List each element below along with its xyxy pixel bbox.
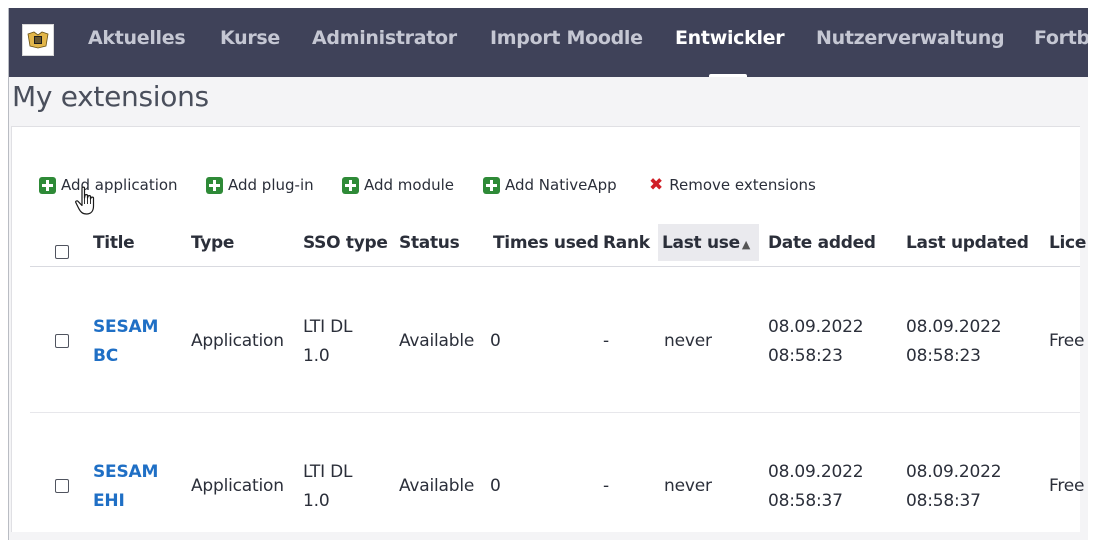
- hand-pointer-icon: [75, 186, 95, 215]
- column-header-title[interactable]: Title: [93, 233, 135, 253]
- column-header-license[interactable]: Lice: [1049, 233, 1086, 253]
- nav-item-nutzerverwaltung[interactable]: Nutzerverwaltung: [816, 27, 1005, 49]
- cell-last-updated: 08.09.2022: [906, 317, 1002, 337]
- nav-item-import-moodle[interactable]: Import Moodle: [490, 27, 643, 49]
- plus-square-icon: [483, 176, 500, 194]
- select-all-checkbox[interactable]: [55, 245, 69, 259]
- add-plugin-label: Add plug-in: [228, 176, 314, 194]
- cell-sso-type: LTI DL: [303, 462, 353, 482]
- cell-last-used: never: [664, 331, 712, 351]
- sort-ascending-icon: ▲: [741, 238, 750, 251]
- nav-item-entwickler[interactable]: Entwickler: [675, 27, 785, 49]
- plus-square-icon: [206, 176, 223, 194]
- cell-last-used: never: [664, 476, 712, 496]
- row-checkbox[interactable]: [55, 334, 69, 348]
- cell-sso-type: LTI DL: [303, 317, 353, 337]
- cell-license: Free: [1049, 331, 1085, 351]
- extension-title-link[interactable]: BC: [93, 343, 118, 369]
- page-title: My extensions: [12, 80, 209, 113]
- add-plugin-button[interactable]: Add plug-in: [206, 174, 314, 196]
- plus-square-icon: [342, 176, 359, 194]
- row-checkbox[interactable]: [55, 479, 69, 493]
- remove-extensions-label: Remove extensions: [669, 176, 816, 194]
- cell-date-added-time: 08:58:23: [768, 346, 843, 366]
- extension-title-link[interactable]: SESAM: [93, 459, 158, 485]
- cell-last-updated: 08.09.2022: [906, 462, 1002, 482]
- column-header-last-updated[interactable]: Last updated: [906, 233, 1029, 253]
- remove-extensions-button[interactable]: ✖ Remove extensions: [649, 174, 816, 196]
- cell-date-added: 08.09.2022: [768, 317, 864, 337]
- cell-sso-version: 1.0: [303, 491, 330, 511]
- cell-rank: -: [603, 476, 609, 496]
- column-header-last-used-label: Last use: [662, 233, 740, 253]
- column-header-status[interactable]: Status: [399, 233, 460, 253]
- nav-item-aktuelles[interactable]: Aktuelles: [88, 27, 186, 49]
- column-header-times-used[interactable]: Times used: [493, 233, 599, 253]
- cell-times-used: 0: [490, 476, 501, 496]
- cell-type: Application: [191, 331, 284, 351]
- column-header-rank[interactable]: Rank: [603, 233, 650, 253]
- add-nativeapp-label: Add NativeApp: [505, 176, 617, 194]
- cell-status: Available: [399, 476, 475, 496]
- add-nativeapp-button[interactable]: Add NativeApp: [483, 174, 617, 196]
- column-header-sso-type[interactable]: SSO type: [303, 233, 388, 253]
- cell-date-added-time: 08:58:37: [768, 491, 843, 511]
- column-header-date-added[interactable]: Date added: [768, 233, 876, 253]
- add-application-button[interactable]: Add application: [39, 174, 178, 196]
- extension-title-link[interactable]: SESAM: [93, 314, 158, 340]
- cell-rank: -: [603, 331, 609, 351]
- table-header-divider: [30, 266, 1080, 267]
- nav-item-fortbildung[interactable]: Fortb: [1034, 27, 1088, 49]
- plus-square-icon: [39, 176, 56, 194]
- close-icon: ✖: [649, 174, 664, 195]
- top-navigation: Aktuelles Kurse Administrator Import Moo…: [9, 8, 1088, 77]
- nav-item-administrator[interactable]: Administrator: [312, 27, 457, 49]
- cell-license: Free: [1049, 476, 1085, 496]
- nav-item-kurse[interactable]: Kurse: [220, 27, 280, 49]
- cell-status: Available: [399, 331, 475, 351]
- cell-date-added: 08.09.2022: [768, 462, 864, 482]
- row-divider: [30, 412, 1080, 413]
- column-header-type[interactable]: Type: [191, 233, 234, 253]
- crest-logo-icon[interactable]: [22, 24, 54, 56]
- cell-last-updated-time: 08:58:23: [906, 346, 981, 366]
- cell-times-used: 0: [490, 331, 501, 351]
- column-header-last-used[interactable]: Last use ▲: [658, 224, 759, 261]
- add-module-button[interactable]: Add module: [342, 174, 454, 196]
- cell-sso-version: 1.0: [303, 346, 330, 366]
- extension-title-link[interactable]: EHI: [93, 488, 125, 514]
- cell-last-updated-time: 08:58:37: [906, 491, 981, 511]
- add-module-label: Add module: [364, 176, 455, 194]
- cell-type: Application: [191, 476, 284, 496]
